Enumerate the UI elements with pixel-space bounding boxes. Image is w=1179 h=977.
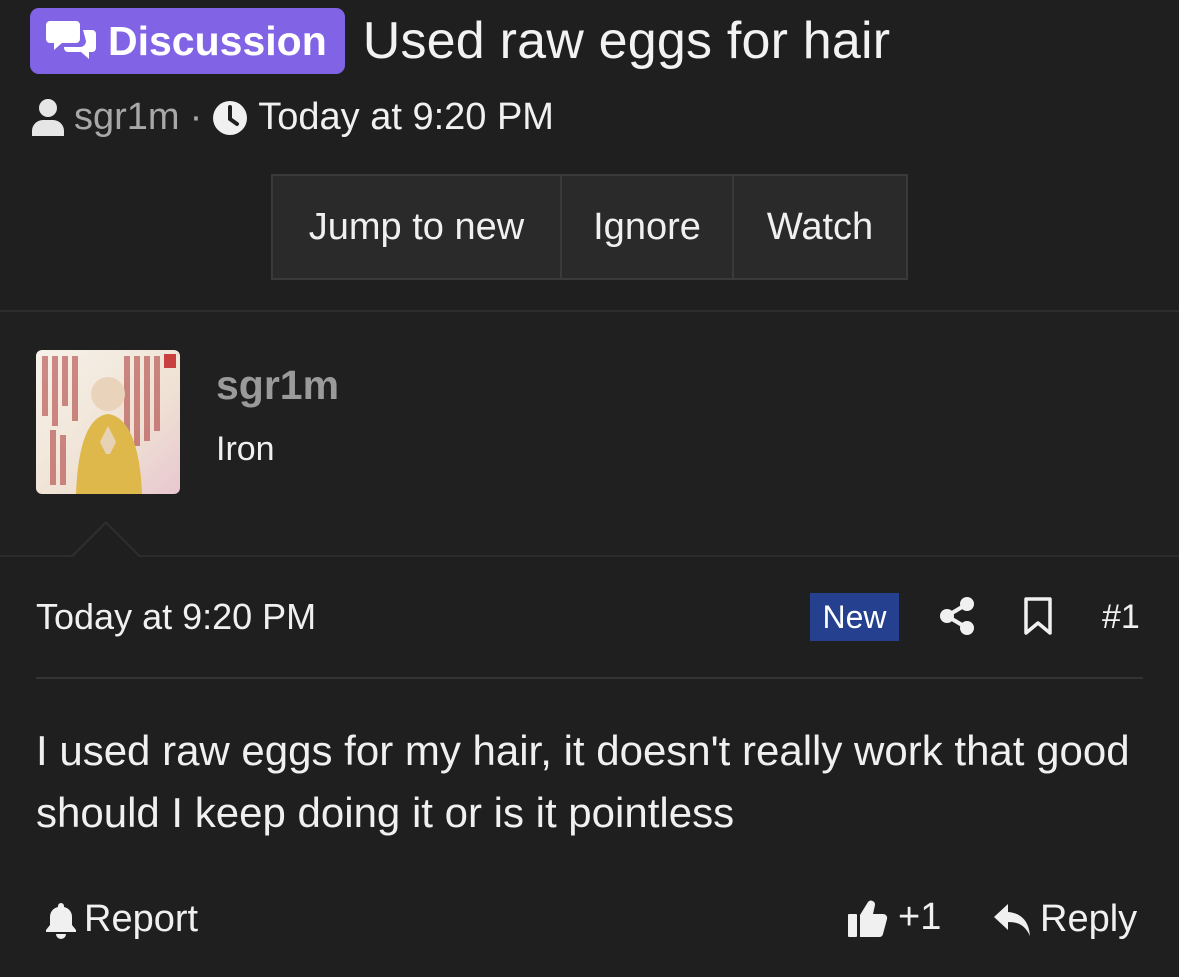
prefix-badge[interactable]: Discussion bbox=[30, 8, 345, 74]
thread-action-buttons: Jump to new Ignore Watch bbox=[271, 174, 908, 280]
new-badge: New bbox=[810, 593, 899, 641]
message-arrow-inner bbox=[72, 524, 140, 558]
thread-author-link[interactable]: sgr1m bbox=[74, 96, 180, 139]
user-title: Iron bbox=[216, 430, 275, 468]
reply-link[interactable]: Reply bbox=[992, 898, 1137, 941]
reply-arrow-icon bbox=[994, 903, 1030, 936]
thread-title: Used raw eggs for hair bbox=[362, 12, 891, 70]
post-author-block: sgr1m Iron bbox=[0, 312, 1179, 555]
bookmark-icon[interactable] bbox=[1023, 597, 1053, 635]
bell-icon bbox=[46, 902, 76, 939]
report-label: Report bbox=[84, 898, 199, 940]
avatar[interactable] bbox=[36, 350, 180, 494]
thread-page: Discussion Used raw eggs for hair sgr1m … bbox=[0, 0, 1179, 977]
thread-title-row: Discussion Used raw eggs for hair bbox=[30, 8, 890, 74]
prefix-label: Discussion bbox=[108, 17, 327, 64]
post-date-link[interactable]: Today at 9:20 PM bbox=[36, 596, 316, 638]
like-button[interactable]: +1 bbox=[846, 896, 941, 939]
thread-date-link[interactable]: Today at 9:20 PM bbox=[258, 96, 554, 139]
post-body: I used raw eggs for my hair, it doesn't … bbox=[36, 727, 1130, 836]
clock-icon bbox=[213, 100, 248, 135]
share-icon[interactable] bbox=[938, 596, 976, 636]
divider bbox=[36, 677, 1143, 679]
watch-button[interactable]: Watch bbox=[734, 176, 906, 278]
user-icon bbox=[32, 98, 64, 136]
like-count: +1 bbox=[898, 896, 942, 938]
thread-meta: sgr1m · Today at 9:20 PM bbox=[30, 96, 554, 139]
report-link[interactable]: Report bbox=[44, 898, 198, 941]
thumbs-up-icon bbox=[848, 900, 888, 937]
jump-to-new-button[interactable]: Jump to new bbox=[273, 176, 562, 278]
reply-label: Reply bbox=[1040, 898, 1138, 940]
divider bbox=[0, 555, 1179, 557]
chat-bubbles-icon bbox=[46, 21, 96, 59]
post-number-link[interactable]: #1 bbox=[1102, 598, 1140, 637]
post-username-link[interactable]: sgr1m bbox=[216, 362, 339, 409]
meta-separator: · bbox=[189, 96, 203, 138]
ignore-button[interactable]: Ignore bbox=[562, 176, 734, 278]
